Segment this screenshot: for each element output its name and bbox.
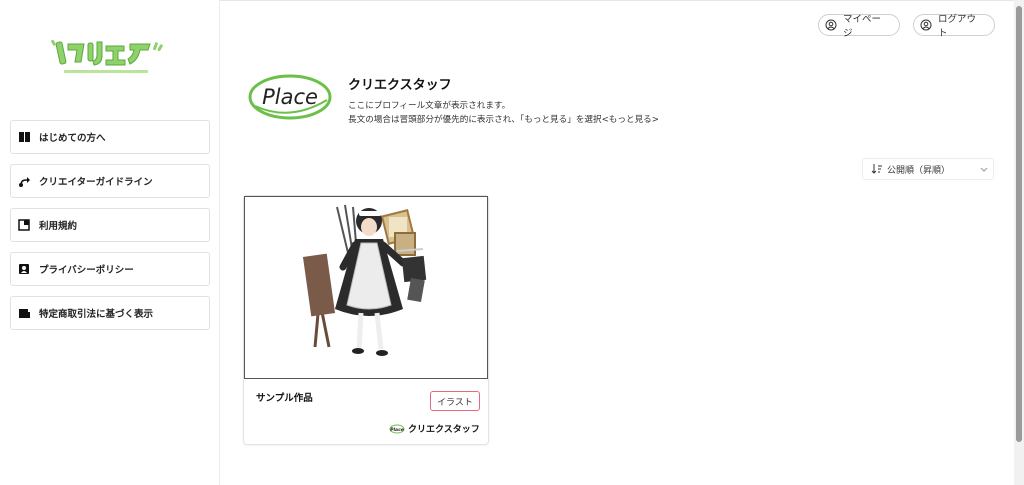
profile-desc-line-more[interactable]: 長文の場合は冒頭部分が優先的に表示され、「もっと見る」を選択<もっと見る> xyxy=(348,113,748,127)
work-author-name: クリエクスタッフ xyxy=(408,425,480,435)
sort-select[interactable]: 公開順（昇順） xyxy=(862,158,994,180)
profile-avatar-logo: Place xyxy=(247,72,333,122)
user-circle-icon xyxy=(920,19,932,31)
site-logo[interactable] xyxy=(50,34,166,78)
sidebar-nav: はじめての方へ クリエイターガイドライン 利用規約 プライバシーポリシー 特定商… xyxy=(10,120,210,340)
document-icon xyxy=(17,218,31,232)
chevron-down-icon xyxy=(979,164,989,174)
sort-selected-value: 公開順（昇順） xyxy=(887,165,951,176)
profile-description: ここにプロフィール文章が表示されます。 長文の場合は冒頭部分が優先的に表示され、… xyxy=(348,99,748,127)
sidebar-item-privacy[interactable]: プライバシーポリシー xyxy=(10,252,210,286)
sidebar: はじめての方へ クリエイターガイドライン 利用規約 プライバシーポリシー 特定商… xyxy=(0,0,220,485)
author-avatar-logo: Place xyxy=(389,424,405,433)
work-title[interactable]: サンプル作品 xyxy=(256,390,313,404)
work-category-tag[interactable]: イラスト xyxy=(430,391,480,411)
mypage-button[interactable]: マイページ xyxy=(818,14,900,39)
mypage-label: マイページ xyxy=(843,14,882,39)
page-scrollbar[interactable] xyxy=(1014,0,1024,485)
folder-icon xyxy=(17,306,31,320)
sort-icon xyxy=(871,163,883,175)
profile-logo-text: Place xyxy=(262,85,318,109)
work-card[interactable]: サンプル作品 イラスト Place クリエクスタッフ xyxy=(243,195,489,445)
scrollbar-thumb[interactable] xyxy=(1016,6,1022,442)
svg-text:Place: Place xyxy=(390,427,404,433)
shield-person-icon xyxy=(17,262,31,276)
sidebar-item-terms[interactable]: 利用規約 xyxy=(10,208,210,242)
route-icon xyxy=(17,174,31,188)
sidebar-item-guideline[interactable]: クリエイターガイドライン xyxy=(10,164,210,198)
profile-desc-line: ここにプロフィール文章が表示されます。 xyxy=(348,101,511,111)
logout-label: ログアウト xyxy=(938,14,977,39)
book-icon xyxy=(17,130,31,144)
sidebar-item-label: クリエイターガイドライン xyxy=(39,177,153,188)
logout-button[interactable]: ログアウト xyxy=(913,14,995,39)
sidebar-item-label: 特定商取引法に基づく表示 xyxy=(39,309,154,320)
work-author[interactable]: Place クリエクスタッフ xyxy=(389,422,480,435)
work-thumbnail[interactable] xyxy=(244,196,488,379)
profile-name: クリエクスタッフ xyxy=(348,78,452,93)
user-circle-icon xyxy=(825,19,837,31)
sidebar-item-beginners[interactable]: はじめての方へ xyxy=(10,120,210,154)
sidebar-item-commercial-law[interactable]: 特定商取引法に基づく表示 xyxy=(10,296,210,330)
header-divider xyxy=(220,0,1014,1)
sidebar-item-label: 利用規約 xyxy=(39,221,78,232)
sidebar-item-label: はじめての方へ xyxy=(39,133,106,144)
sidebar-item-label: プライバシーポリシー xyxy=(39,265,134,276)
